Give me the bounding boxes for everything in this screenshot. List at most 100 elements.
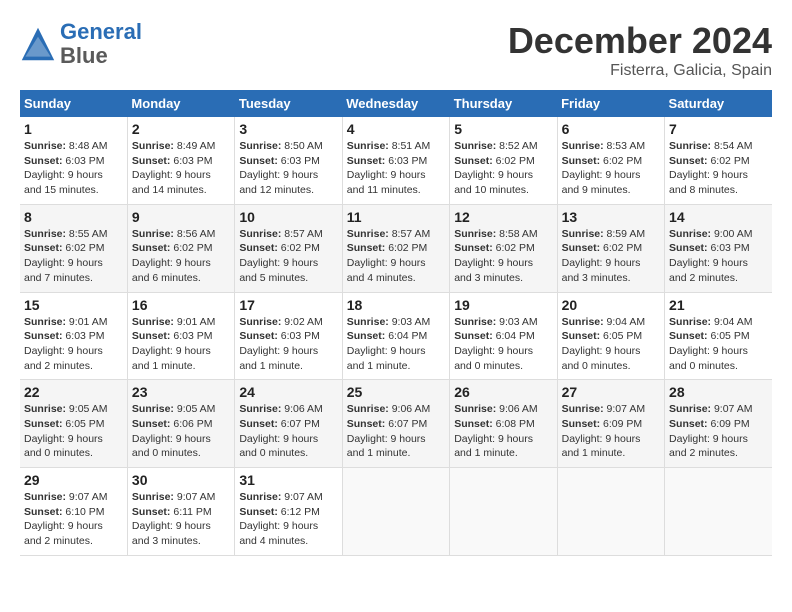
day-info: Sunrise: 8:57 AMSunset: 6:02 PMDaylight:… bbox=[239, 227, 337, 286]
table-row: 20Sunrise: 9:04 AMSunset: 6:05 PMDayligh… bbox=[557, 292, 664, 380]
table-row: 22Sunrise: 9:05 AMSunset: 6:05 PMDayligh… bbox=[20, 380, 127, 468]
day-number: 15 bbox=[24, 297, 123, 313]
table-row: 21Sunrise: 9:04 AMSunset: 6:05 PMDayligh… bbox=[665, 292, 772, 380]
title-block: December 2024 Fisterra, Galicia, Spain bbox=[508, 20, 772, 80]
calendar-week-row: 1 Sunrise: 8:48 AMSunset: 6:03 PMDaylight… bbox=[20, 117, 772, 204]
day-info: Sunrise: 8:49 AMSunset: 6:03 PMDaylight:… bbox=[132, 139, 230, 198]
table-row: 15 Sunrise: 9:01 AMSunset: 6:03 PMDayligh… bbox=[20, 292, 127, 380]
day-number: 1 bbox=[24, 121, 123, 137]
day-info: Sunrise: 9:07 AMSunset: 6:09 PMDaylight:… bbox=[562, 402, 660, 461]
day-number: 23 bbox=[132, 384, 230, 400]
day-number: 3 bbox=[239, 121, 337, 137]
day-number: 27 bbox=[562, 384, 660, 400]
day-info: Sunrise: 9:06 AMSunset: 6:08 PMDaylight:… bbox=[454, 402, 552, 461]
table-row: 27 Sunrise: 9:07 AMSunset: 6:09 PMDayligh… bbox=[557, 380, 664, 468]
day-number: 26 bbox=[454, 384, 552, 400]
table-row: 13 Sunrise: 8:59 AMSunset: 6:02 PMDayligh… bbox=[557, 204, 664, 292]
day-info: Sunrise: 8:57 AMSunset: 6:02 PMDaylight:… bbox=[347, 227, 445, 286]
col-saturday: Saturday bbox=[665, 90, 772, 117]
day-number: 7 bbox=[669, 121, 768, 137]
calendar-table: Sunday Monday Tuesday Wednesday Thursday… bbox=[20, 90, 772, 556]
table-row bbox=[557, 468, 664, 556]
table-row: 7 Sunrise: 8:54 AMSunset: 6:02 PMDaylight… bbox=[665, 117, 772, 204]
logo: General Blue bbox=[20, 20, 142, 68]
day-info: Sunrise: 9:01 AMSunset: 6:03 PMDaylight:… bbox=[24, 315, 123, 374]
table-row: 17 Sunrise: 9:02 AMSunset: 6:03 PMDayligh… bbox=[235, 292, 342, 380]
day-info: Sunrise: 8:50 AMSunset: 6:03 PMDaylight:… bbox=[239, 139, 337, 198]
table-row: 5 Sunrise: 8:52 AMSunset: 6:02 PMDaylight… bbox=[450, 117, 557, 204]
day-info: Sunrise: 9:05 AMSunset: 6:06 PMDaylight:… bbox=[132, 402, 230, 461]
table-row: 18 Sunrise: 9:03 AMSunset: 6:04 PMDayligh… bbox=[342, 292, 449, 380]
day-number: 11 bbox=[347, 209, 445, 225]
calendar-week-row: 22Sunrise: 9:05 AMSunset: 6:05 PMDayligh… bbox=[20, 380, 772, 468]
day-number: 17 bbox=[239, 297, 337, 313]
day-info: Sunrise: 9:06 AMSunset: 6:07 PMDaylight:… bbox=[347, 402, 445, 461]
day-number: 19 bbox=[454, 297, 552, 313]
table-row: 30 Sunrise: 9:07 AMSunset: 6:11 PMDayligh… bbox=[127, 468, 234, 556]
table-row bbox=[665, 468, 772, 556]
day-number: 4 bbox=[347, 121, 445, 137]
day-info: Sunrise: 9:00 AMSunset: 6:03 PMDaylight:… bbox=[669, 227, 768, 286]
day-number: 12 bbox=[454, 209, 552, 225]
col-sunday: Sunday bbox=[20, 90, 127, 117]
day-info: Sunrise: 9:01 AMSunset: 6:03 PMDaylight:… bbox=[132, 315, 230, 374]
day-info: Sunrise: 9:02 AMSunset: 6:03 PMDaylight:… bbox=[239, 315, 337, 374]
table-row: 24Sunrise: 9:06 AMSunset: 6:07 PMDayligh… bbox=[235, 380, 342, 468]
day-number: 5 bbox=[454, 121, 552, 137]
table-row: 3 Sunrise: 8:50 AMSunset: 6:03 PMDaylight… bbox=[235, 117, 342, 204]
day-info: Sunrise: 8:58 AMSunset: 6:02 PMDaylight:… bbox=[454, 227, 552, 286]
day-number: 9 bbox=[132, 209, 230, 225]
day-number: 18 bbox=[347, 297, 445, 313]
day-info: Sunrise: 9:03 AMSunset: 6:04 PMDaylight:… bbox=[454, 315, 552, 374]
day-number: 24 bbox=[239, 384, 337, 400]
table-row: 11 Sunrise: 8:57 AMSunset: 6:02 PMDayligh… bbox=[342, 204, 449, 292]
day-number: 13 bbox=[562, 209, 660, 225]
calendar-week-row: 8Sunrise: 8:55 AMSunset: 6:02 PMDaylight… bbox=[20, 204, 772, 292]
day-number: 21 bbox=[669, 297, 768, 313]
day-number: 10 bbox=[239, 209, 337, 225]
table-row: 2 Sunrise: 8:49 AMSunset: 6:03 PMDaylight… bbox=[127, 117, 234, 204]
page-header: General Blue December 2024 Fisterra, Gal… bbox=[20, 20, 772, 80]
logo-icon bbox=[20, 26, 56, 62]
day-number: 20 bbox=[562, 297, 660, 313]
day-number: 2 bbox=[132, 121, 230, 137]
table-row: 4 Sunrise: 8:51 AMSunset: 6:03 PMDaylight… bbox=[342, 117, 449, 204]
day-info: Sunrise: 8:51 AMSunset: 6:03 PMDaylight:… bbox=[347, 139, 445, 198]
table-row bbox=[450, 468, 557, 556]
day-info: Sunrise: 8:53 AMSunset: 6:02 PMDaylight:… bbox=[562, 139, 660, 198]
col-wednesday: Wednesday bbox=[342, 90, 449, 117]
day-number: 29 bbox=[24, 472, 123, 488]
calendar-header-row: Sunday Monday Tuesday Wednesday Thursday… bbox=[20, 90, 772, 117]
table-row: 26 Sunrise: 9:06 AMSunset: 6:08 PMDayligh… bbox=[450, 380, 557, 468]
day-info: Sunrise: 9:07 AMSunset: 6:12 PMDaylight:… bbox=[239, 490, 337, 549]
day-number: 30 bbox=[132, 472, 230, 488]
table-row: 31Sunrise: 9:07 AMSunset: 6:12 PMDayligh… bbox=[235, 468, 342, 556]
day-info: Sunrise: 8:52 AMSunset: 6:02 PMDaylight:… bbox=[454, 139, 552, 198]
day-info: Sunrise: 8:55 AMSunset: 6:02 PMDaylight:… bbox=[24, 227, 123, 286]
calendar-week-row: 15 Sunrise: 9:01 AMSunset: 6:03 PMDayligh… bbox=[20, 292, 772, 380]
location: Fisterra, Galicia, Spain bbox=[508, 62, 772, 80]
day-info: Sunrise: 9:07 AMSunset: 6:11 PMDaylight:… bbox=[132, 490, 230, 549]
month-title: December 2024 bbox=[508, 20, 772, 62]
table-row: 1 Sunrise: 8:48 AMSunset: 6:03 PMDaylight… bbox=[20, 117, 127, 204]
day-info: Sunrise: 8:56 AMSunset: 6:02 PMDaylight:… bbox=[132, 227, 230, 286]
day-info: Sunrise: 8:59 AMSunset: 6:02 PMDaylight:… bbox=[562, 227, 660, 286]
table-row: 9 Sunrise: 8:56 AMSunset: 6:02 PMDaylight… bbox=[127, 204, 234, 292]
day-number: 25 bbox=[347, 384, 445, 400]
table-row: 28Sunrise: 9:07 AMSunset: 6:09 PMDayligh… bbox=[665, 380, 772, 468]
day-number: 22 bbox=[24, 384, 123, 400]
table-row: 10 Sunrise: 8:57 AMSunset: 6:02 PMDayligh… bbox=[235, 204, 342, 292]
table-row: 8Sunrise: 8:55 AMSunset: 6:02 PMDaylight… bbox=[20, 204, 127, 292]
col-monday: Monday bbox=[127, 90, 234, 117]
day-number: 6 bbox=[562, 121, 660, 137]
logo-text: General Blue bbox=[60, 20, 142, 68]
day-info: Sunrise: 8:54 AMSunset: 6:02 PMDaylight:… bbox=[669, 139, 768, 198]
col-thursday: Thursday bbox=[450, 90, 557, 117]
table-row bbox=[342, 468, 449, 556]
col-tuesday: Tuesday bbox=[235, 90, 342, 117]
table-row: 19 Sunrise: 9:03 AMSunset: 6:04 PMDayligh… bbox=[450, 292, 557, 380]
day-number: 28 bbox=[669, 384, 768, 400]
day-info: Sunrise: 9:03 AMSunset: 6:04 PMDaylight:… bbox=[347, 315, 445, 374]
day-info: Sunrise: 9:07 AMSunset: 6:10 PMDaylight:… bbox=[24, 490, 123, 549]
day-info: Sunrise: 8:48 AMSunset: 6:03 PMDaylight:… bbox=[24, 139, 123, 198]
